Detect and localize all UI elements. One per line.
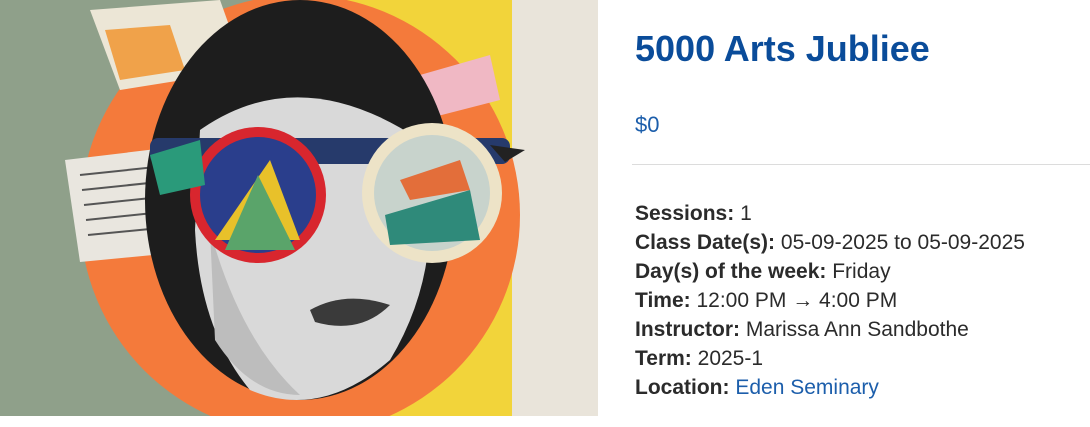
term-label: Term: [635,347,692,370]
time-label: Time: [635,289,691,312]
days-of-week-label: Day(s) of the week: [635,260,827,283]
instructor-label: Instructor: [635,318,740,341]
event-image [0,0,598,416]
sessions-row: Sessions: 1 [635,199,1025,228]
days-of-week-value: Friday [832,260,891,283]
event-title: 5000 Arts Jubliee [635,28,930,69]
sessions-value: 1 [740,202,752,225]
class-dates-label: Class Date(s): [635,231,776,254]
location-row: Location: Eden Seminary [635,373,1025,402]
class-dates-value: 05-09-2025 to 05-09-2025 [780,231,1025,254]
instructor-row: Instructor: Marissa Ann Sandbothe [635,315,1025,344]
sessions-label: Sessions: [635,202,735,225]
instructor-value: Marissa Ann Sandbothe [745,318,969,341]
collage-art [0,0,598,416]
class-dates-row: Class Date(s): 05-09-2025 to 05-09-2025 [635,228,1025,257]
term-value: 2025-1 [697,347,764,370]
event-price: $0 [635,112,660,137]
divider [632,164,1090,165]
event-details: Sessions: 1 Class Date(s): 05-09-2025 to… [635,199,1025,402]
time-row: Time: 12:00 PM → 4:00 PM [635,286,1025,315]
location-label: Location: [635,376,730,399]
term-row: Term: 2025-1 [635,344,1025,373]
location-link[interactable]: Eden Seminary [735,376,879,399]
time-value: 12:00 PM → 4:00 PM [696,289,898,312]
event-info-panel: 5000 Arts Jubliee $0 Sessions: 1 Class D… [632,0,1090,427]
days-of-week-row: Day(s) of the week: Friday [635,257,1025,286]
